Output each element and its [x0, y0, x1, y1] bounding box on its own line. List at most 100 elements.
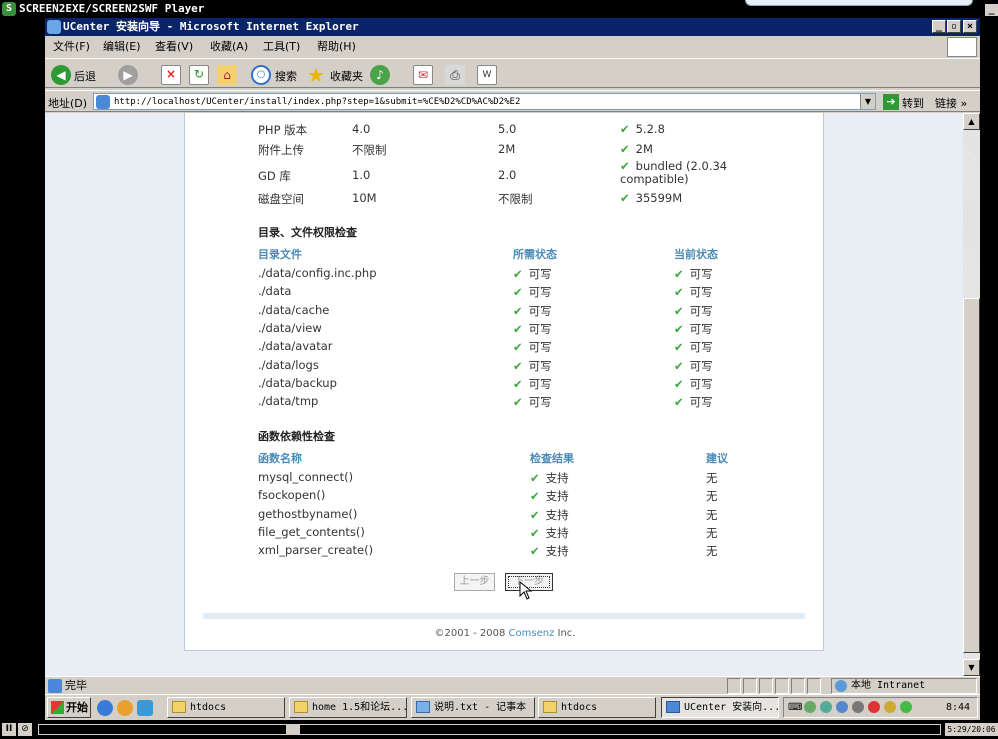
- status-pane: [727, 678, 741, 694]
- go-arrow-icon[interactable]: ➔: [883, 94, 899, 110]
- tray-app-icon[interactable]: [852, 701, 864, 713]
- favorites-label[interactable]: 收藏夹: [330, 68, 363, 84]
- task-home[interactable]: home 1.5和论坛...: [289, 697, 407, 718]
- dir-path: ./data/backup: [258, 375, 337, 390]
- chevron-down-icon[interactable]: ▼: [860, 94, 875, 109]
- env-current: ✔ 2M: [620, 142, 653, 156]
- footer-divider: [203, 613, 805, 619]
- task-htdocs[interactable]: htdocs: [167, 697, 285, 718]
- seek-knob[interactable]: [286, 725, 300, 734]
- edit-icon[interactable]: W: [477, 65, 497, 85]
- scrollbar-thumb[interactable]: [963, 298, 980, 653]
- address-url[interactable]: http://localhost/UCenter/install/index.p…: [114, 95, 520, 109]
- seek-track[interactable]: [38, 724, 941, 735]
- close-button[interactable]: ×: [963, 20, 977, 33]
- maximize-button[interactable]: ▫: [947, 20, 961, 33]
- go-button[interactable]: 转到: [902, 95, 924, 111]
- check-icon: ✔: [513, 267, 523, 281]
- media-icon[interactable]: ♪: [370, 65, 390, 85]
- folder-icon: [543, 701, 557, 713]
- tray-app-icon[interactable]: [820, 701, 832, 713]
- pause-icon[interactable]: II: [2, 723, 16, 736]
- env-best: 2M: [498, 142, 516, 156]
- print-icon[interactable]: ⎙: [445, 65, 465, 85]
- func-header-result: 检查结果: [530, 452, 574, 465]
- func-result: ✔ 支持: [530, 507, 569, 522]
- menu-help[interactable]: 帮助(H): [317, 37, 356, 57]
- tray-app-icon[interactable]: [900, 701, 912, 713]
- func-check-title: 函数依赖性检查: [258, 430, 335, 443]
- dir-path: ./data/tmp: [258, 394, 319, 409]
- func-name: xml_parser_create(): [258, 543, 374, 558]
- stop-icon[interactable]: ×: [161, 65, 181, 85]
- menu-view[interactable]: 查看(V): [155, 37, 193, 57]
- start-button[interactable]: 开始: [47, 697, 91, 718]
- menu-tools[interactable]: 工具(T): [263, 37, 300, 57]
- func-name: fsockopen(): [258, 488, 326, 503]
- security-zone: 本地 Intranet: [831, 678, 977, 694]
- env-current: ✔ 5.2.8: [620, 122, 665, 136]
- scroll-down-icon[interactable]: ▼: [963, 659, 980, 676]
- dir-required: ✔ 可写: [513, 358, 552, 373]
- keyboard-icon[interactable]: ⌨: [788, 698, 802, 717]
- env-current: ✔ 35599M: [620, 191, 683, 205]
- player-controls: II ⊘ 5:29/20:06: [0, 720, 998, 739]
- status-pane: [775, 678, 789, 694]
- func-header-name: 函数名称: [258, 452, 302, 465]
- player-minimize-button[interactable]: _: [985, 4, 998, 16]
- search-icon[interactable]: ○: [251, 65, 271, 85]
- vertical-scrollbar[interactable]: ▲ ▼: [963, 113, 980, 676]
- func-advice: 无: [706, 544, 718, 559]
- check-icon: ✔: [620, 159, 630, 173]
- func-name: file_get_contents(): [258, 524, 365, 539]
- check-icon: ✔: [674, 267, 684, 281]
- messenger-quicklaunch-icon[interactable]: [117, 700, 133, 716]
- env-required: 10M: [352, 191, 377, 205]
- windows-logo-icon: [947, 37, 977, 57]
- dir-path: ./data/config.inc.php: [258, 266, 377, 280]
- address-input[interactable]: http://localhost/UCenter/install/index.p…: [93, 93, 876, 110]
- address-label: 地址(D): [48, 97, 88, 110]
- dir-current: ✔ 可写: [674, 340, 713, 355]
- prev-step-button[interactable]: 上一步: [454, 573, 495, 591]
- forward-arrow-icon[interactable]: ▶: [118, 65, 138, 85]
- page-viewport: PHP 版本 4.0 5.0 ✔ 5.2.8 附件上传 不限制 2M ✔ 2M GD…: [45, 113, 963, 676]
- back-label[interactable]: 后退: [74, 68, 96, 84]
- desktop-quicklaunch-icon[interactable]: [137, 700, 153, 716]
- tray-app-icon[interactable]: [836, 701, 848, 713]
- env-best: 2.0: [498, 168, 517, 182]
- tray-app-icon[interactable]: [804, 701, 816, 713]
- dir-current: ✔ 可写: [674, 358, 713, 373]
- status-pane: [807, 678, 821, 694]
- comsenz-link[interactable]: Comsenz: [509, 628, 555, 639]
- scroll-up-icon[interactable]: ▲: [963, 113, 980, 130]
- player-title: SCREEN2EXE/SCREEN2SWF Player: [19, 2, 205, 15]
- dir-current: ✔ 可写: [674, 285, 713, 300]
- ie-titlebar: UCenter 安装向导 - Microsoft Internet Explor…: [45, 18, 980, 36]
- back-arrow-icon[interactable]: ◀: [51, 65, 71, 85]
- minimize-button[interactable]: _: [932, 20, 946, 33]
- task-htdocs-2[interactable]: htdocs: [538, 697, 656, 718]
- refresh-icon[interactable]: ↻: [189, 65, 209, 85]
- task-notepad[interactable]: 说明.txt - 记事本: [411, 697, 535, 718]
- menu-favorites[interactable]: 收藏(A): [210, 37, 248, 57]
- dir-path: ./data/cache: [258, 302, 330, 317]
- ie-quicklaunch-icon[interactable]: [97, 700, 113, 716]
- check-icon: ✔: [530, 544, 540, 559]
- stop-playback-icon[interactable]: ⊘: [18, 723, 32, 736]
- links-button[interactable]: 链接 »: [935, 95, 967, 111]
- favorites-star-icon[interactable]: ★: [307, 65, 327, 85]
- env-best: 不限制: [498, 192, 533, 206]
- dir-header-current: 当前状态: [674, 248, 718, 261]
- check-icon: ✔: [530, 489, 540, 504]
- player-logo-icon: S: [2, 2, 16, 16]
- menu-edit[interactable]: 编辑(E): [103, 37, 141, 57]
- clock: 8:44: [946, 702, 971, 713]
- task-ucenter[interactable]: UCenter 安装向...: [661, 697, 779, 718]
- search-label[interactable]: 搜索: [275, 68, 297, 84]
- mail-icon[interactable]: ✉: [413, 65, 433, 85]
- qq-icon[interactable]: [868, 701, 880, 713]
- volume-icon[interactable]: [884, 701, 896, 713]
- menu-file[interactable]: 文件(F): [53, 37, 90, 57]
- home-icon[interactable]: ⌂: [217, 65, 237, 85]
